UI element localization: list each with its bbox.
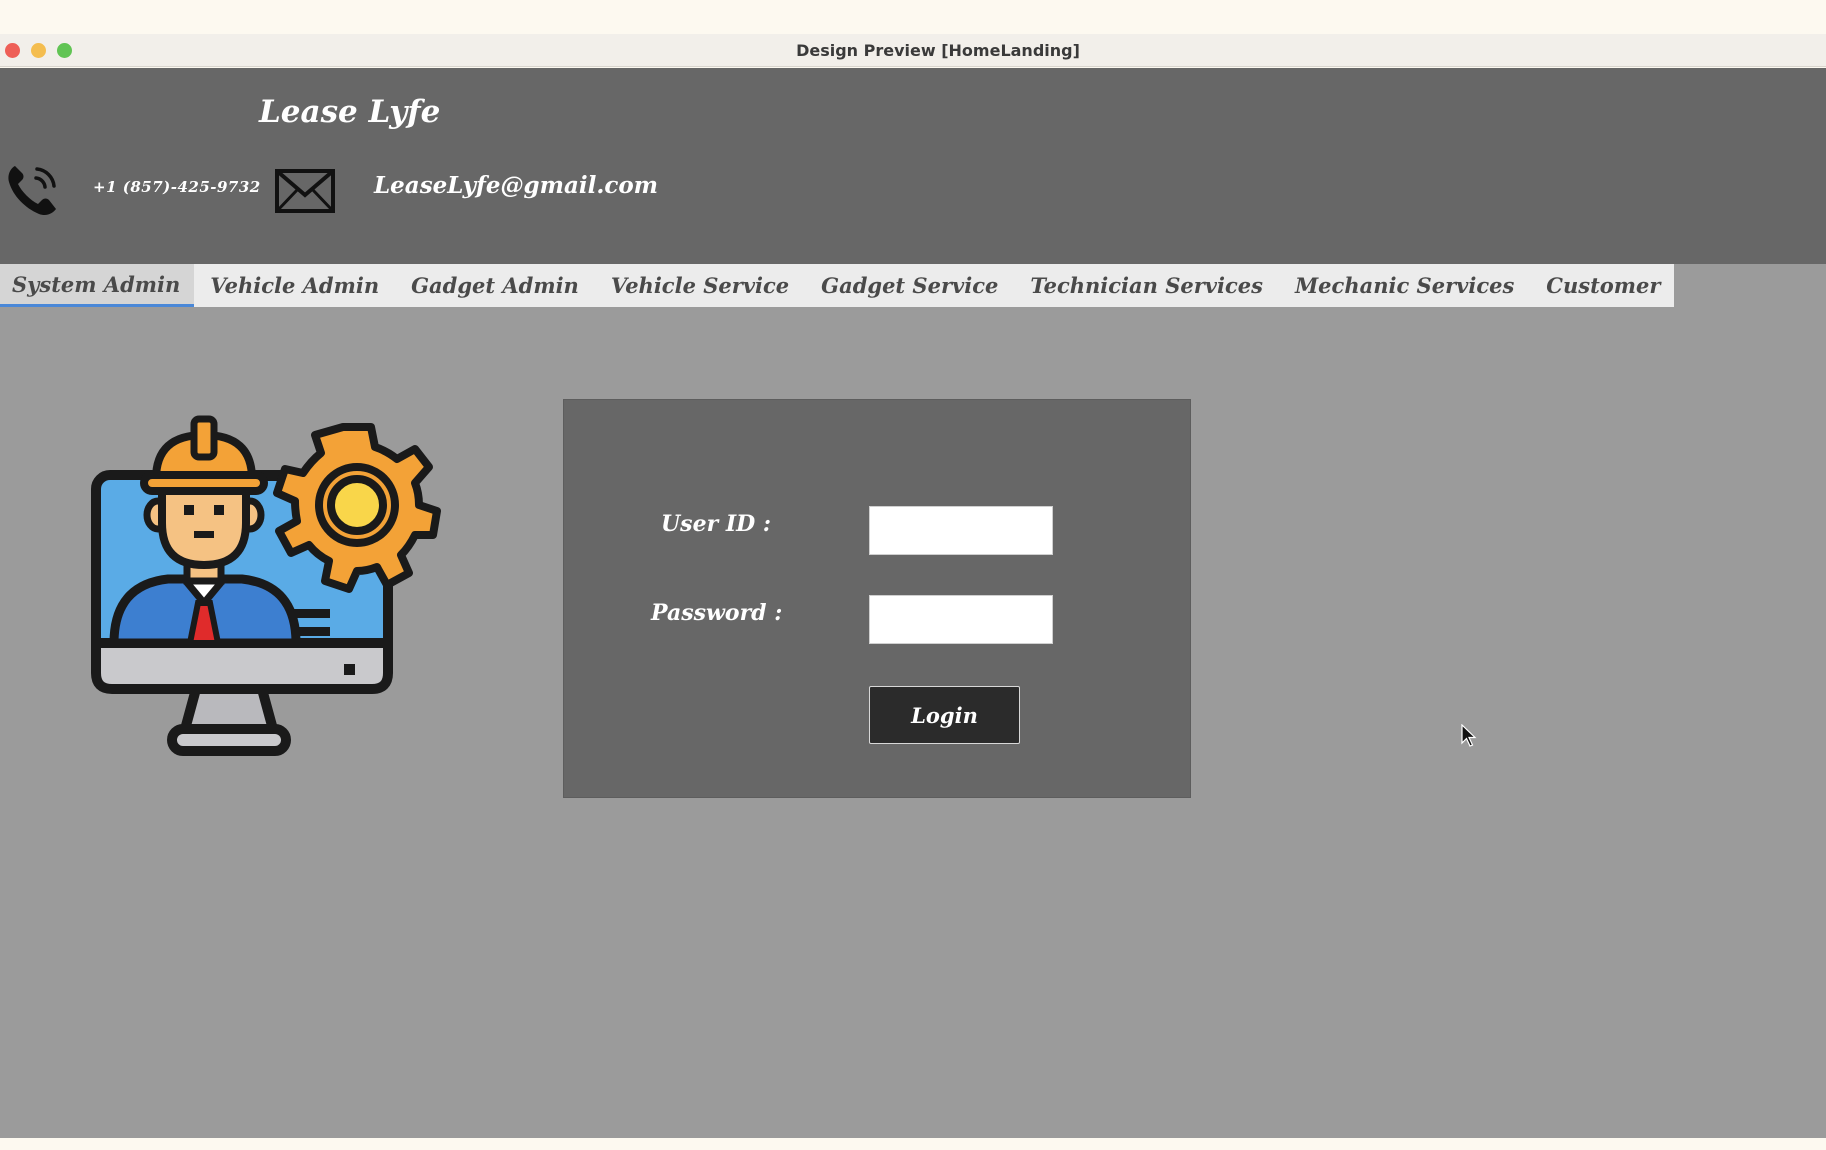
- password-label: Password :: [651, 600, 783, 626]
- login-panel: User ID : Password : Login: [563, 399, 1191, 798]
- tab-vehicle-admin[interactable]: Vehicle Admin: [194, 264, 395, 307]
- tab-customer[interactable]: Customer: [1530, 264, 1674, 307]
- window-title: Design Preview [HomeLanding]: [796, 41, 1080, 60]
- tab-mechanic-services[interactable]: Mechanic Services: [1279, 264, 1530, 307]
- tab-system-admin[interactable]: System Admin: [0, 264, 195, 307]
- tab-bar: System Admin Vehicle Admin Gadget Admin …: [0, 264, 1675, 307]
- tab-gadget-admin[interactable]: Gadget Admin: [395, 264, 595, 307]
- tab-technician-services[interactable]: Technician Services: [1014, 264, 1279, 307]
- phone-number: +1 (857)-425-9732: [93, 178, 261, 196]
- password-input[interactable]: [869, 595, 1053, 644]
- brand-title: Lease Lyfe: [259, 94, 441, 130]
- login-button[interactable]: Login: [869, 686, 1020, 744]
- window-titlebar: Design Preview [HomeLanding]: [0, 34, 1826, 67]
- app-window: Lease Lyfe +1 (857)-425-9732 LeaseLyfe@g…: [0, 68, 1826, 1138]
- phone-icon: [8, 166, 57, 216]
- mouse-pointer-icon: [1461, 724, 1477, 747]
- tab-vehicle-service[interactable]: Vehicle Service: [595, 264, 805, 307]
- user-id-label: User ID :: [661, 511, 771, 537]
- tab-gadget-service[interactable]: Gadget Service: [805, 264, 1014, 307]
- envelope-icon: [275, 169, 335, 213]
- email-address: LeaseLyfe@gmail.com: [374, 172, 659, 199]
- admin-engineer-computer-gear-icon: [91, 415, 441, 756]
- user-id-input[interactable]: [869, 506, 1053, 555]
- header-banner: Lease Lyfe +1 (857)-425-9732 LeaseLyfe@g…: [0, 68, 1826, 264]
